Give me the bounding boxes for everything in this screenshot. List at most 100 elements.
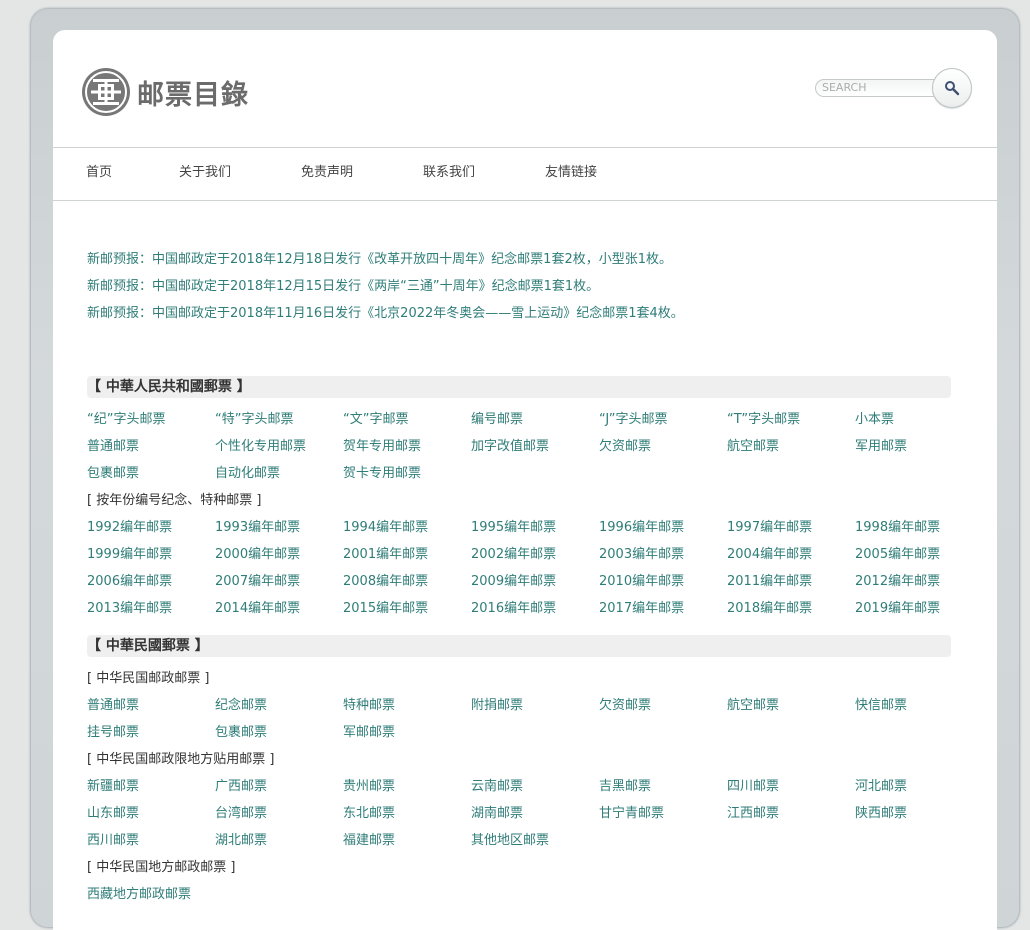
year-link[interactable]: 1997编年邮票 bbox=[727, 520, 812, 536]
region-link[interactable]: 四川邮票 bbox=[727, 779, 779, 795]
link-row: 2013编年邮票 2014编年邮票 2015编年邮票 2016编年邮票 2017… bbox=[87, 601, 983, 617]
region-link[interactable]: 福建邮票 bbox=[343, 833, 395, 849]
region-link[interactable]: 新疆邮票 bbox=[87, 779, 139, 795]
region-link[interactable]: 山东邮票 bbox=[87, 806, 139, 822]
nav-contact[interactable]: 联系我们 bbox=[423, 165, 475, 181]
stamp-category-link[interactable]: 贺年专用邮票 bbox=[343, 439, 421, 455]
prc-section-title: 【 中華人民共和國郵票 】 bbox=[87, 376, 951, 398]
nav-links[interactable]: 友情链接 bbox=[545, 165, 597, 181]
year-link[interactable]: 2009编年邮票 bbox=[471, 574, 556, 590]
year-link[interactable]: 2005编年邮票 bbox=[855, 547, 940, 563]
year-link[interactable]: 2001编年邮票 bbox=[343, 547, 428, 563]
site-logo[interactable]: 邮票目錄 bbox=[81, 67, 249, 117]
year-link[interactable]: 2019编年邮票 bbox=[855, 601, 940, 617]
region-link[interactable]: 西藏地方邮政邮票 bbox=[87, 887, 191, 903]
search-button[interactable] bbox=[932, 68, 972, 108]
region-link[interactable]: 陕西邮票 bbox=[855, 806, 907, 822]
year-link[interactable]: 2003编年邮票 bbox=[599, 547, 684, 563]
year-link[interactable]: 2002编年邮票 bbox=[471, 547, 556, 563]
nav-about[interactable]: 关于我们 bbox=[179, 165, 231, 181]
region-link[interactable]: 甘宁青邮票 bbox=[599, 806, 664, 822]
stamp-category-link[interactable]: 军用邮票 bbox=[855, 439, 907, 455]
year-link[interactable]: 2007编年邮票 bbox=[215, 574, 300, 590]
region-link[interactable]: 东北邮票 bbox=[343, 806, 395, 822]
stamp-category-link[interactable]: 航空邮票 bbox=[727, 439, 779, 455]
year-link[interactable]: 2000编年邮票 bbox=[215, 547, 300, 563]
stamp-category-link[interactable]: 加字改值邮票 bbox=[471, 439, 549, 455]
stamp-category-link[interactable]: 特种邮票 bbox=[343, 698, 395, 714]
nav-home[interactable]: 首页 bbox=[86, 165, 112, 181]
year-link[interactable]: 2004编年邮票 bbox=[727, 547, 812, 563]
stamp-category-link[interactable]: 编号邮票 bbox=[471, 412, 523, 428]
stamp-category-link[interactable]: 纪念邮票 bbox=[215, 698, 267, 714]
search-box: SEARCH bbox=[815, 68, 972, 108]
year-link[interactable]: 1996编年邮票 bbox=[599, 520, 684, 536]
stamp-category-link[interactable]: 军邮邮票 bbox=[343, 725, 395, 741]
logo-emblem-icon bbox=[82, 68, 130, 116]
year-link[interactable]: 1995编年邮票 bbox=[471, 520, 556, 536]
stamp-category-link[interactable]: “J”字头邮票 bbox=[599, 412, 668, 428]
roc-local-subtitle: [ 中华民国地方邮政邮票 ] bbox=[87, 860, 236, 875]
region-link[interactable]: 广西邮票 bbox=[215, 779, 267, 795]
search-icon bbox=[945, 81, 960, 96]
region-link[interactable]: 其他地区邮票 bbox=[471, 833, 549, 849]
site-header: 邮票目錄 SEARCH bbox=[53, 30, 997, 148]
link-row: 1999编年邮票 2000编年邮票 2001编年邮票 2002编年邮票 2003… bbox=[87, 547, 983, 563]
stamp-category-link[interactable]: 包裹邮票 bbox=[215, 725, 267, 741]
region-link[interactable]: 吉黑邮票 bbox=[599, 779, 651, 795]
year-link[interactable]: 1999编年邮票 bbox=[87, 547, 172, 563]
year-link[interactable]: 2008编年邮票 bbox=[343, 574, 428, 590]
stamp-category-link[interactable]: 快信邮票 bbox=[855, 698, 907, 714]
stamp-category-link[interactable]: 贺卡专用邮票 bbox=[343, 466, 421, 482]
year-link[interactable]: 1992编年邮票 bbox=[87, 520, 172, 536]
stamp-category-link[interactable]: 普通邮票 bbox=[87, 698, 139, 714]
stamp-category-link[interactable]: “纪”字头邮票 bbox=[87, 412, 165, 428]
region-link[interactable]: 湖北邮票 bbox=[215, 833, 267, 849]
stamp-category-link[interactable]: 个性化专用邮票 bbox=[215, 439, 306, 455]
region-link[interactable]: 台湾邮票 bbox=[215, 806, 267, 822]
link-row: 西藏地方邮政邮票 bbox=[87, 887, 983, 903]
stamp-category-link[interactable]: 附捐邮票 bbox=[471, 698, 523, 714]
stamp-category-link[interactable]: 自动化邮票 bbox=[215, 466, 280, 482]
announcement-1[interactable]: 新邮预报：中国邮政定于2018年12月18日发行《改革开放四十周年》纪念邮票1套… bbox=[87, 252, 672, 268]
announcement-2[interactable]: 新邮预报：中国邮政定于2018年12月15日发行《两岸“三通”十周年》纪念邮票1… bbox=[87, 279, 599, 295]
stamp-category-link[interactable]: 小本票 bbox=[855, 412, 894, 428]
year-link[interactable]: 1993编年邮票 bbox=[215, 520, 300, 536]
link-row: “纪”字头邮票 “特”字头邮票 “文”字邮票 编号邮票 “J”字头邮票 “T”字… bbox=[87, 412, 983, 428]
nav-disclaimer[interactable]: 免责声明 bbox=[301, 165, 353, 181]
stamp-category-link[interactable]: 欠资邮票 bbox=[599, 439, 651, 455]
region-link[interactable]: 湖南邮票 bbox=[471, 806, 523, 822]
region-link[interactable]: 西川邮票 bbox=[87, 833, 139, 849]
stamp-category-link[interactable]: 普通邮票 bbox=[87, 439, 139, 455]
region-link[interactable]: 江西邮票 bbox=[727, 806, 779, 822]
stamp-category-link[interactable]: 包裹邮票 bbox=[87, 466, 139, 482]
year-link[interactable]: 1998编年邮票 bbox=[855, 520, 940, 536]
link-row: 山东邮票 台湾邮票 东北邮票 湖南邮票 甘宁青邮票 江西邮票 陕西邮票 bbox=[87, 806, 983, 822]
stamp-category-link[interactable]: 航空邮票 bbox=[727, 698, 779, 714]
announcement-3[interactable]: 新邮预报：中国邮政定于2018年11月16日发行《北京2022年冬奥会——雪上运… bbox=[87, 306, 684, 322]
year-link[interactable]: 2010编年邮票 bbox=[599, 574, 684, 590]
link-row: 新疆邮票 广西邮票 贵州邮票 云南邮票 吉黑邮票 四川邮票 河北邮票 bbox=[87, 779, 983, 795]
stamp-category-link[interactable]: 欠资邮票 bbox=[599, 698, 651, 714]
roc-post-subtitle: [ 中华民国邮政邮票 ] bbox=[87, 671, 210, 686]
year-link[interactable]: 2018编年邮票 bbox=[727, 601, 812, 617]
region-link[interactable]: 河北邮票 bbox=[855, 779, 907, 795]
year-link[interactable]: 2006编年邮票 bbox=[87, 574, 172, 590]
year-link[interactable]: 2012编年邮票 bbox=[855, 574, 940, 590]
stamp-category-link[interactable]: “T”字头邮票 bbox=[727, 412, 800, 428]
stamp-category-link[interactable]: 挂号邮票 bbox=[87, 725, 139, 741]
year-link[interactable]: 2017编年邮票 bbox=[599, 601, 684, 617]
region-link[interactable]: 贵州邮票 bbox=[343, 779, 395, 795]
year-link[interactable]: 2016编年邮票 bbox=[471, 601, 556, 617]
region-link[interactable]: 云南邮票 bbox=[471, 779, 523, 795]
main-nav: 首页 关于我们 免责声明 联系我们 友情链接 bbox=[53, 148, 997, 201]
year-link[interactable]: 2014编年邮票 bbox=[215, 601, 300, 617]
stamp-category-link[interactable]: “特”字头邮票 bbox=[215, 412, 293, 428]
year-link[interactable]: 2015编年邮票 bbox=[343, 601, 428, 617]
year-link[interactable]: 1994编年邮票 bbox=[343, 520, 428, 536]
search-input[interactable]: SEARCH bbox=[815, 79, 939, 97]
year-link[interactable]: 2011编年邮票 bbox=[727, 574, 812, 590]
prc-year-subtitle: [ 按年份编号纪念、特种邮票 ] bbox=[87, 493, 262, 508]
year-link[interactable]: 2013编年邮票 bbox=[87, 601, 172, 617]
stamp-category-link[interactable]: “文”字邮票 bbox=[343, 412, 408, 428]
